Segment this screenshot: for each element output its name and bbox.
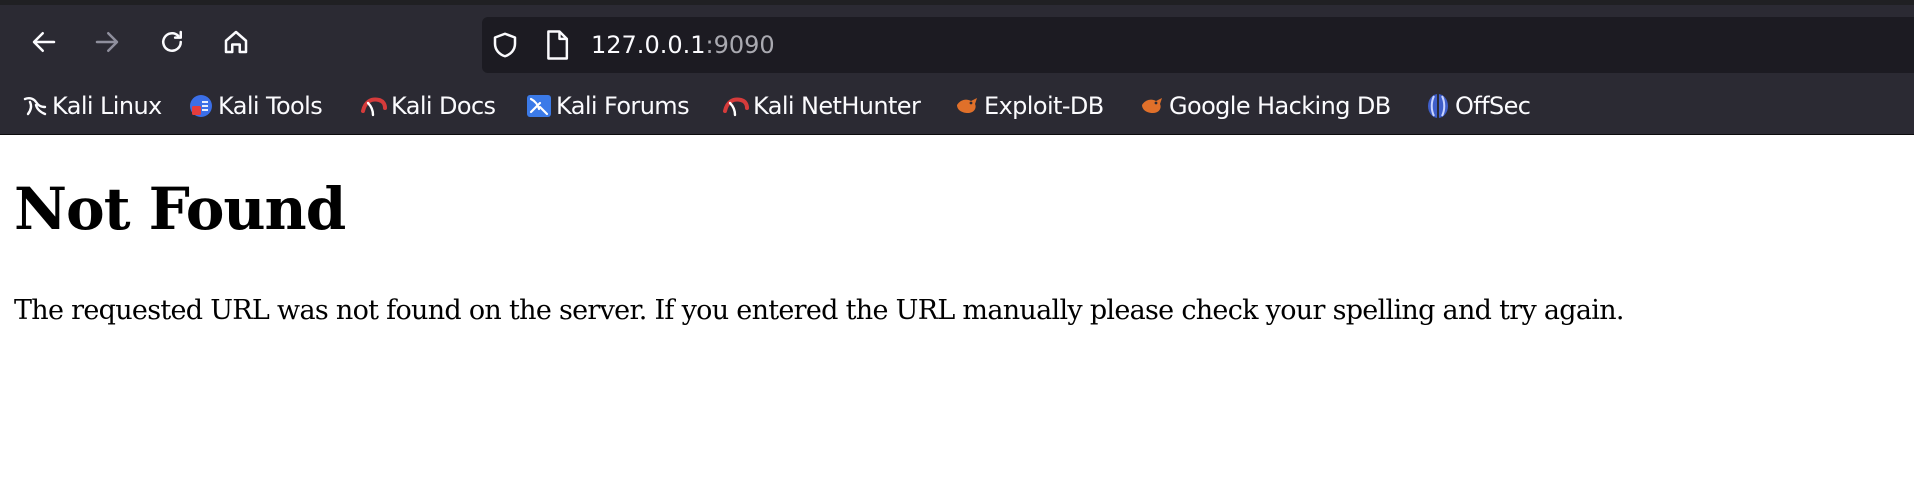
kali-nethunter-icon <box>723 97 749 117</box>
kali-dragon-icon <box>23 97 47 116</box>
bookmark-kali-nethunter[interactable]: Kali NetHunter <box>723 89 921 123</box>
url-text[interactable]: 127.0.0.1:9090 <box>591 31 775 59</box>
bookmark-kali-forums[interactable]: Kali Forums <box>526 89 690 123</box>
url-port: :9090 <box>705 31 775 59</box>
bookmark-kali-linux[interactable]: Kali Linux <box>22 89 162 123</box>
kali-forums-icon <box>527 95 551 117</box>
home-button[interactable] <box>216 22 256 62</box>
navigation-toolbar: 127.0.0.1:9090 <box>0 5 1914 79</box>
kali-tools-icon <box>190 95 212 117</box>
home-icon <box>224 30 248 54</box>
back-button[interactable] <box>24 22 64 62</box>
forward-arrow-icon <box>95 32 119 52</box>
ghdb-icon <box>1142 98 1162 113</box>
bookmarks-toolbar: Kali Linux Kali Tools Kali Docs Kali For… <box>0 79 1914 135</box>
bookmark-label: Kali Forums <box>556 92 690 120</box>
bookmark-label: Kali Docs <box>391 92 496 120</box>
browser-chrome: 127.0.0.1:9090 Kali Linux Kali Tools Kal… <box>0 0 1914 135</box>
page-icon[interactable] <box>542 29 572 61</box>
error-message: The requested URL was not found on the s… <box>14 295 1624 326</box>
bookmark-offsec[interactable]: OffSec <box>1425 89 1531 123</box>
back-arrow-icon <box>32 32 56 52</box>
bookmark-label: OffSec <box>1455 92 1531 120</box>
offsec-icon <box>1428 94 1448 118</box>
url-host: 127.0.0.1 <box>591 31 706 59</box>
page-title: Not Found <box>14 175 346 243</box>
page-content: Not Found The requested URL was not foun… <box>0 135 1914 498</box>
reload-icon <box>162 30 182 52</box>
url-bar[interactable]: 127.0.0.1:9090 <box>482 17 1914 73</box>
shield-icon[interactable] <box>490 30 520 60</box>
bookmark-label: Kali Linux <box>52 92 162 120</box>
forward-button[interactable] <box>87 22 127 62</box>
reload-button[interactable] <box>152 22 192 62</box>
bookmark-exploit-db[interactable]: Exploit-DB <box>954 89 1104 123</box>
kali-docs-icon <box>361 97 387 117</box>
bookmark-kali-docs[interactable]: Kali Docs <box>361 89 496 123</box>
bookmark-google-hacking-db[interactable]: Google Hacking DB <box>1139 89 1391 123</box>
exploit-db-icon <box>957 98 977 113</box>
bookmark-kali-tools[interactable]: Kali Tools <box>188 89 323 123</box>
bookmark-label: Exploit-DB <box>984 92 1104 120</box>
bookmark-label: Google Hacking DB <box>1169 92 1391 120</box>
bookmark-label: Kali Tools <box>218 92 323 120</box>
bookmark-label: Kali NetHunter <box>753 92 921 120</box>
